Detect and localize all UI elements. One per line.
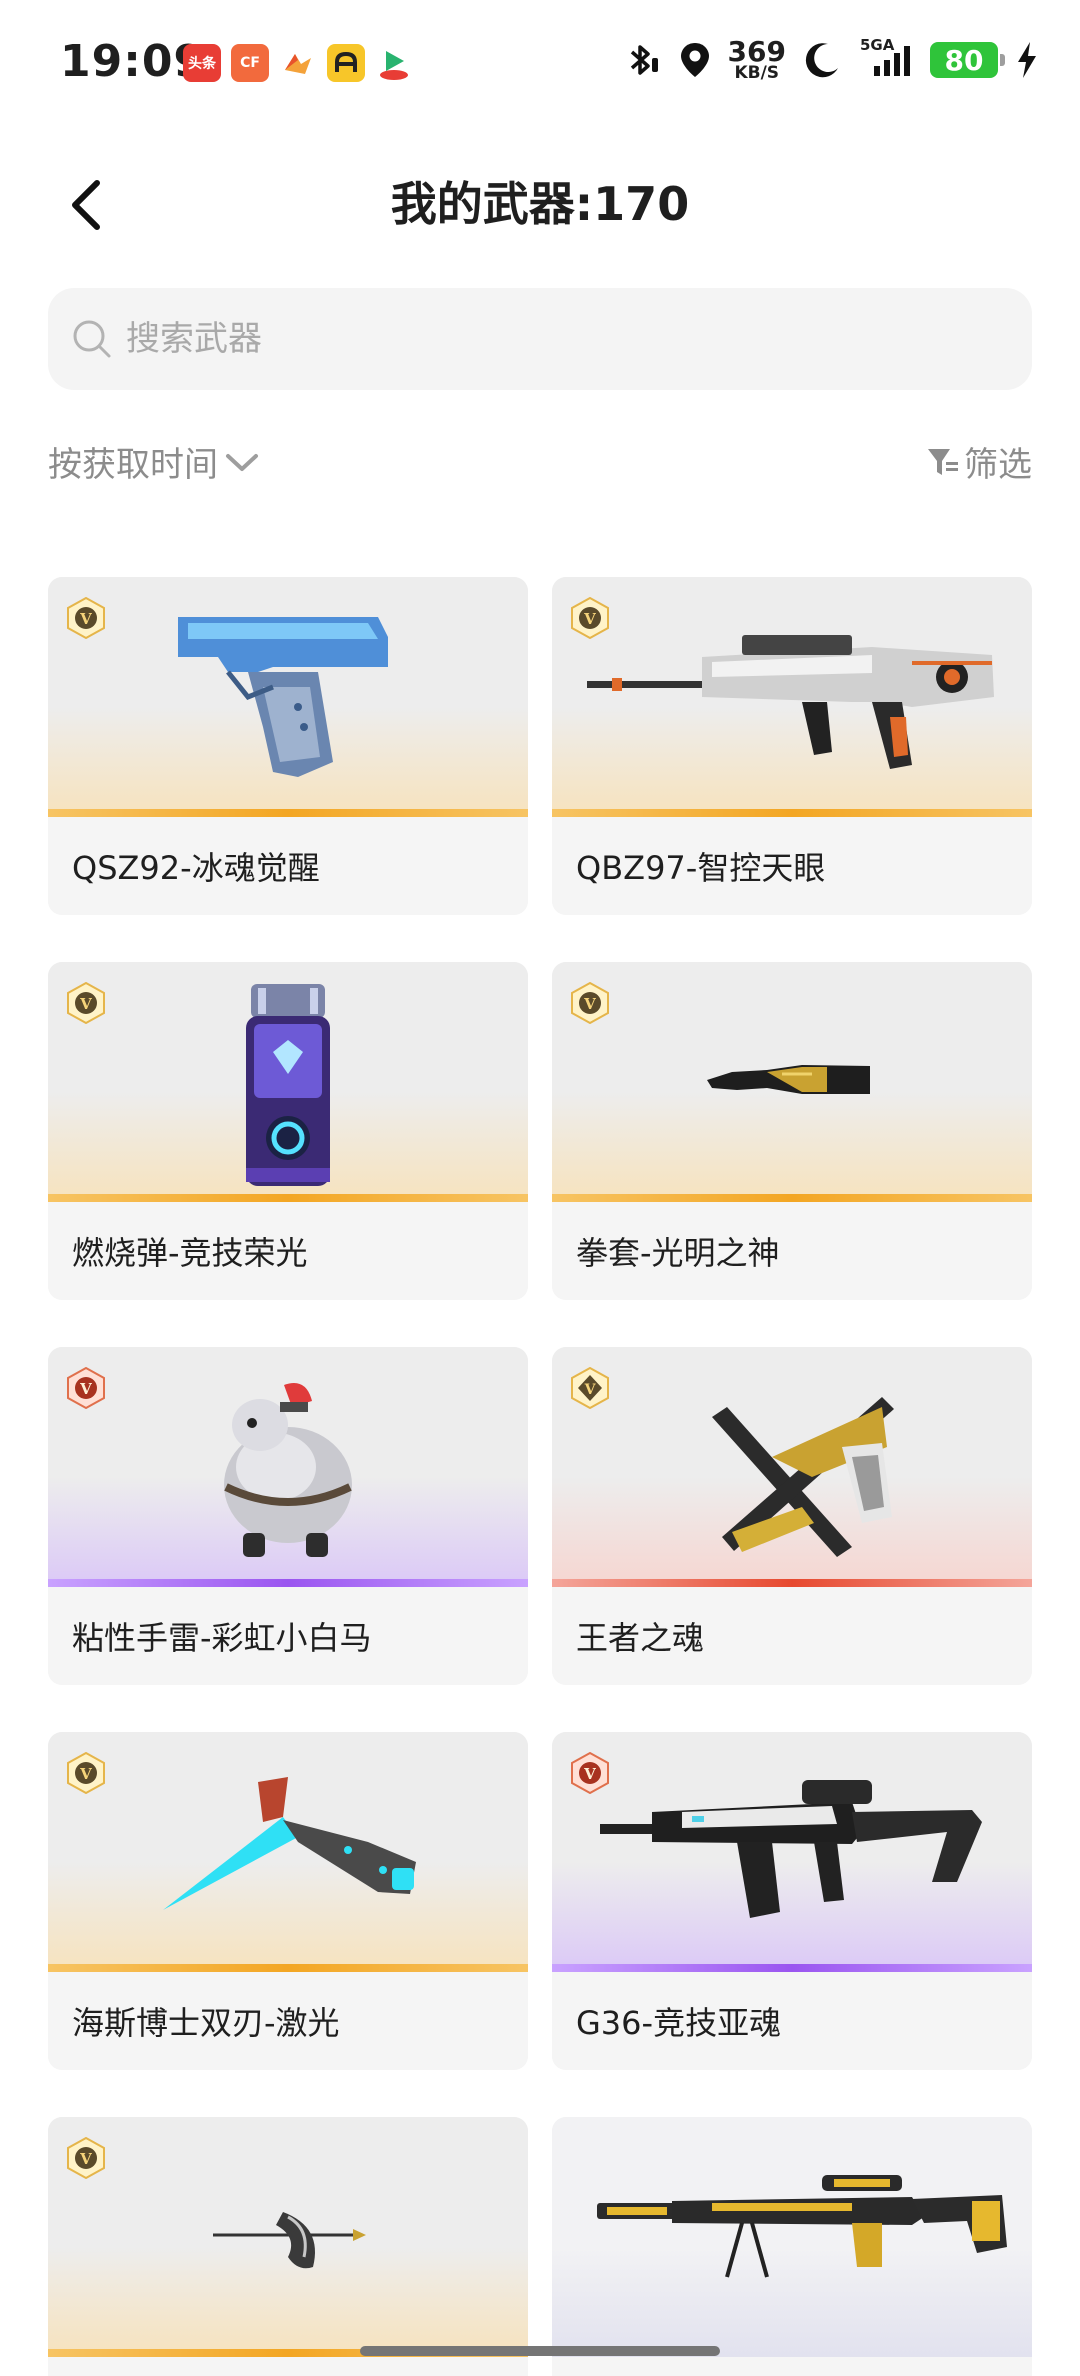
rifle-illustration xyxy=(587,635,994,769)
notification-app-icons: 头条 CF xyxy=(183,44,413,82)
video-app-icon xyxy=(375,44,413,82)
knuckle-illustration xyxy=(707,1065,870,1094)
sort-dropdown[interactable]: 按获取时间 xyxy=(48,437,260,486)
weapon-image: V xyxy=(48,962,528,1202)
weapon-image: V xyxy=(552,1347,1032,1587)
grenade-illustration xyxy=(246,984,330,1186)
sort-label: 按获取时间 xyxy=(48,445,218,485)
game-app-icon xyxy=(279,44,317,82)
weapon-card[interactable]: V QSZ92-冰魂觉醒 xyxy=(48,577,528,915)
pistol-illustration xyxy=(178,617,388,777)
search-input[interactable] xyxy=(126,319,976,359)
filter-icon xyxy=(928,448,958,475)
assault-rifle-illustration xyxy=(600,1780,982,1918)
page-title: 我的武器:170 xyxy=(390,177,690,231)
weapon-card[interactable]: V QBZ97-智控天眼 xyxy=(552,577,1032,915)
weapon-name xyxy=(552,2357,1032,2376)
search-icon xyxy=(73,320,111,358)
weapon-image: V xyxy=(552,577,1032,817)
weapon-card[interactable]: V xyxy=(48,2117,528,2376)
toutiao-icon: 头条 xyxy=(183,44,221,82)
status-bar: 19:09 头条 CF 369 KB/S 5GA 80 xyxy=(0,0,1080,120)
weapon-card[interactable]: V 粘性手雷-彩虹小白马 xyxy=(48,1347,528,1685)
system-status-icons: 369 KB/S 5GA 80 xyxy=(622,35,1040,83)
weapon-image: V xyxy=(48,1732,528,1972)
chevron-down-icon xyxy=(226,453,258,471)
weapon-card[interactable] xyxy=(552,2117,1032,2376)
network-speed: 369 KB/S xyxy=(727,35,786,83)
weapon-name: 王者之魂 xyxy=(552,1587,1032,1685)
filter-button[interactable]: 筛选 xyxy=(924,437,1032,486)
weapon-image: V xyxy=(552,962,1032,1202)
weapon-image: V xyxy=(48,2117,528,2357)
weapon-image: V xyxy=(48,577,528,817)
weapon-image: V xyxy=(552,1732,1032,1972)
sniper-rifle-illustration xyxy=(597,2175,1007,2278)
pony-grenade-illustration xyxy=(224,1383,352,1557)
bluetooth-icon xyxy=(622,40,662,80)
a-app-icon xyxy=(327,44,365,82)
cf-game-icon: CF xyxy=(231,44,269,82)
weapon-name: 海斯博士双刃-激光 xyxy=(48,1972,528,2070)
weapon-card[interactable]: V G36-竞技亚魂 xyxy=(552,1732,1032,2070)
laser-blade-illustration xyxy=(163,1777,416,1910)
pistol-knife-illustration xyxy=(712,1397,894,1557)
weapon-card[interactable]: V 拳套-光明之神 xyxy=(552,962,1032,1300)
weapon-name xyxy=(48,2357,528,2376)
weapon-name: QBZ97-智控天眼 xyxy=(552,817,1032,915)
weapon-card[interactable]: V 燃烧弹-竞技荣光 xyxy=(48,962,528,1300)
weapon-name: G36-竞技亚魂 xyxy=(552,1972,1032,2070)
weapon-name: QSZ92-冰魂觉醒 xyxy=(48,817,528,915)
weapon-card[interactable]: V 王者之魂 xyxy=(552,1347,1032,1685)
search-bar[interactable] xyxy=(48,288,1032,390)
weapon-name: 拳套-光明之神 xyxy=(552,1202,1032,1300)
home-indicator[interactable] xyxy=(360,2346,720,2356)
moon-icon xyxy=(802,40,842,80)
battery-indicator: 80 xyxy=(930,40,1005,80)
weapon-card[interactable]: V 海斯博士双刃-激光 xyxy=(48,1732,528,2070)
weapon-grid: V QSZ92-冰魂觉醒 V QBZ97-智控天眼 V 燃烧弹-竞技荣光 V 拳… xyxy=(48,577,1032,2376)
location-icon xyxy=(678,40,712,80)
crossbow-illustration xyxy=(213,2212,366,2269)
weapon-image: V xyxy=(48,1347,528,1587)
weapon-name: 粘性手雷-彩虹小白马 xyxy=(48,1587,528,1685)
cellular-signal-icon: 5GA xyxy=(858,36,914,80)
weapon-name: 燃烧弹-竞技荣光 xyxy=(48,1202,528,1300)
charging-icon xyxy=(1014,40,1040,80)
weapon-image xyxy=(552,2117,1032,2357)
filter-label: 筛选 xyxy=(964,445,1032,485)
